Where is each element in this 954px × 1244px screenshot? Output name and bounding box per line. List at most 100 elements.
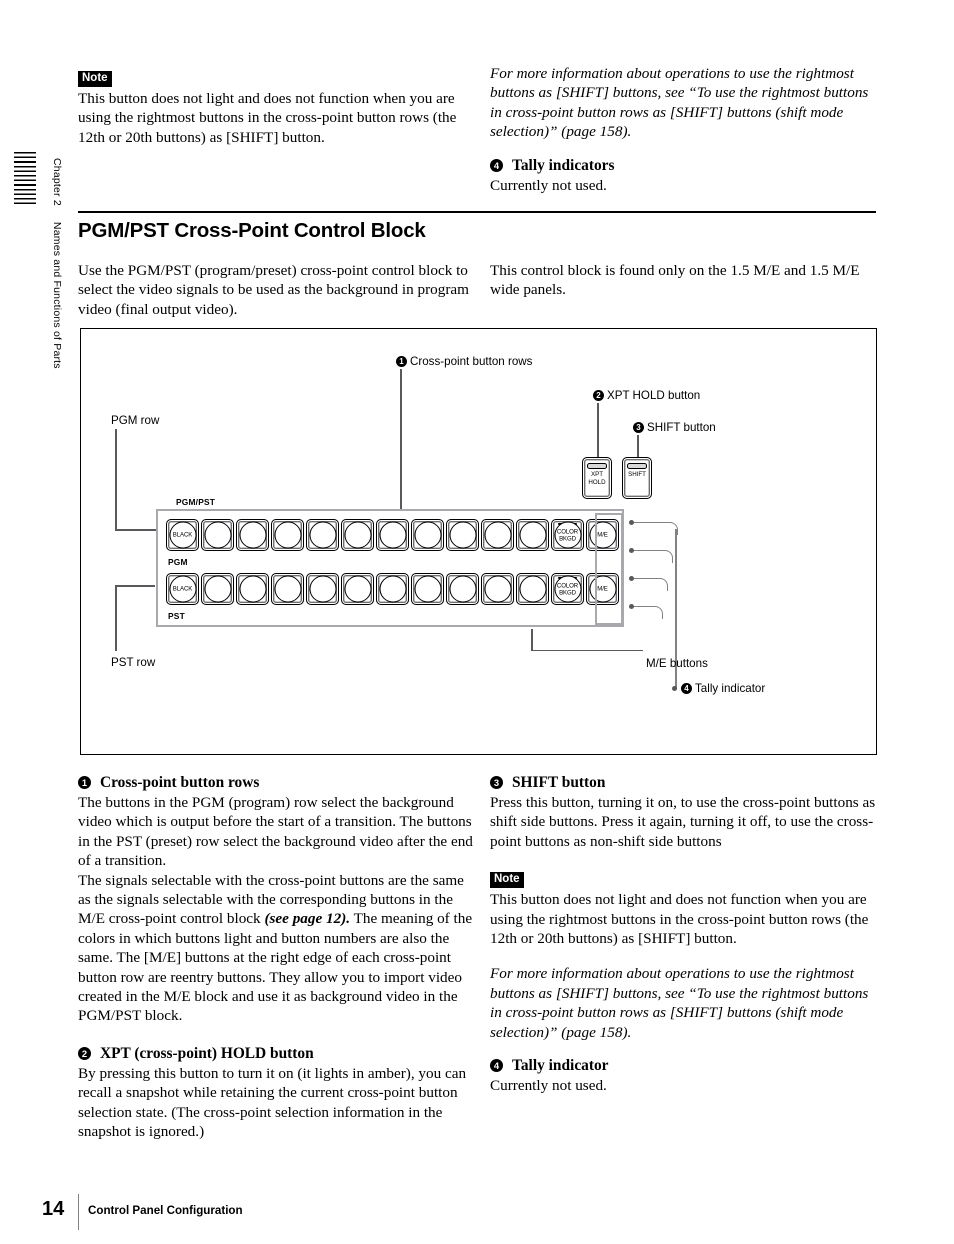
intro-right-text: This control block is found only on the … xyxy=(490,262,860,299)
callout-3-label: SHIFT button xyxy=(647,421,716,434)
shift-caption: SHIFT xyxy=(623,471,651,479)
pgm-button-blank[interactable] xyxy=(516,519,549,551)
pst-button-color-bkgd-label-1: COLOR xyxy=(556,582,579,589)
button-lens xyxy=(309,521,336,549)
button-lens: COLOR BKGD xyxy=(554,575,581,603)
pst-button-blank[interactable] xyxy=(236,573,269,605)
bullet-number-4-icon: 4 xyxy=(490,1059,503,1073)
leader-pst-row-v xyxy=(115,585,117,651)
item4-title: Tally indicator xyxy=(512,1057,609,1075)
pgm-row-label: PGM xyxy=(168,557,188,567)
leader-line-3 xyxy=(637,435,639,459)
tally-bus-end-dot xyxy=(672,686,677,691)
item4-body: Currently not used. xyxy=(490,1077,607,1095)
button-lens xyxy=(484,521,511,549)
side-tab-chapter: Chapter 2 xyxy=(51,158,63,206)
shift-lamp-icon xyxy=(627,462,647,469)
top-right-item4-title: Tally indicators xyxy=(512,156,615,174)
page-title: PGM/PST Cross-Point Control Block xyxy=(78,219,426,242)
pst-button-blank[interactable] xyxy=(341,573,374,605)
button-lens xyxy=(484,575,511,603)
pst-button-blank[interactable] xyxy=(516,573,549,605)
pgm-button-blank[interactable] xyxy=(411,519,444,551)
leader-pst-row-h xyxy=(115,585,155,587)
callout-number-3-icon: 3 xyxy=(633,422,644,433)
pgm-button-blank[interactable] xyxy=(271,519,304,551)
side-tab-title: Names and Functions of Parts xyxy=(51,221,63,369)
panel-module-label: PGM/PST xyxy=(176,497,216,507)
intro-right: This control block is found only on the … xyxy=(490,261,882,300)
button-lens xyxy=(239,521,266,549)
pgm-button-blank[interactable] xyxy=(236,519,269,551)
pgm-button-blank[interactable] xyxy=(481,519,514,551)
pst-button-row: BLACK COLOR BKGD M/E xyxy=(166,573,619,605)
callout-2-label: XPT HOLD button xyxy=(607,389,701,402)
pgm-button-blank[interactable] xyxy=(376,519,409,551)
pst-button-color-bkgd-label-2: BKGD xyxy=(559,589,576,596)
button-lens xyxy=(344,575,371,603)
bullet-number-2-icon: 2 xyxy=(78,1046,91,1060)
item1-heading: 1 Cross-point button rows xyxy=(78,773,473,793)
label-pst-row: PST row xyxy=(111,656,156,669)
pgm-button-blank[interactable] xyxy=(341,519,374,551)
panel-diagram: 1 Cross-point button rows 2 XPT HOLD butto… xyxy=(80,328,877,755)
leader-line-2 xyxy=(597,403,599,459)
pgm-button-blank[interactable] xyxy=(201,519,234,551)
bottom-right-note-text: This button does not light and does not … xyxy=(490,891,869,948)
item2-heading: 2 XPT (cross-point) HOLD button xyxy=(78,1044,473,1064)
section-rule xyxy=(78,211,876,214)
button-lens xyxy=(449,575,476,603)
pst-button-blank[interactable] xyxy=(481,573,514,605)
callout-number-1-icon: 1 xyxy=(396,356,407,367)
item2-body: By pressing this button to turn it on (i… xyxy=(78,1064,467,1141)
leader-line-1 xyxy=(400,369,402,510)
callout-tally-indicator: 4 Tally indicator xyxy=(681,682,765,695)
xpt-hold-line2: HOLD xyxy=(588,478,606,486)
top-right-item4-heading: 4 Tally indicators xyxy=(490,156,882,176)
document-page: Chapter 2 Names and Functions of Parts No… xyxy=(0,0,954,1244)
bottom-left-block: 1 Cross-point button rows The buttons in… xyxy=(78,773,473,1142)
item2-title: XPT (cross-point) HOLD button xyxy=(100,1044,314,1062)
bullet-number-1-icon: 1 xyxy=(78,776,91,789)
me-column-frame xyxy=(595,513,623,625)
top-right-block: For more information about operations to… xyxy=(490,64,882,195)
pst-button-blank[interactable] xyxy=(446,573,479,605)
pst-button-black[interactable]: BLACK xyxy=(166,573,199,605)
pgm-button-black-label-1: BLACK xyxy=(172,531,193,539)
pst-button-blank[interactable] xyxy=(376,573,409,605)
pst-button-blank[interactable] xyxy=(411,573,444,605)
pst-button-blank[interactable] xyxy=(271,573,304,605)
tally-link xyxy=(634,605,654,608)
tally-link xyxy=(634,521,669,524)
note-badge: Note xyxy=(490,872,524,889)
top-left-note-text: This button does not light and does not … xyxy=(78,90,457,146)
pst-button-blank[interactable] xyxy=(306,573,339,605)
top-right-item4-body: Currently not used. xyxy=(490,176,607,194)
callout-number-2-icon: 2 xyxy=(593,390,604,401)
pgm-button-blank[interactable] xyxy=(306,519,339,551)
xpt-hold-button[interactable]: XPT HOLD xyxy=(582,457,612,499)
pst-button-blank[interactable] xyxy=(201,573,234,605)
item1-title: Cross-point button rows xyxy=(100,774,260,791)
pgm-button-color-bkgd[interactable]: COLOR BKGD xyxy=(551,519,584,551)
item1-paragraph-2: The signals selectable with the cross-po… xyxy=(78,871,473,1026)
pst-button-black-label-1: BLACK xyxy=(172,585,193,593)
shift-button[interactable]: SHIFT xyxy=(622,457,652,499)
tally-corner xyxy=(657,577,668,591)
label-me-buttons: M/E buttons xyxy=(646,657,708,670)
button-lens xyxy=(274,575,301,603)
bullet-number-3-icon: 3 xyxy=(490,776,503,789)
bottom-right-italic-ref: For more information about operations to… xyxy=(490,965,869,1041)
pgm-button-black[interactable]: BLACK xyxy=(166,519,199,551)
leader-me-buttons-v xyxy=(531,629,533,651)
callout-1-label: Cross-point button rows xyxy=(410,355,533,368)
callout-shift-button: 3 SHIFT button xyxy=(633,421,716,434)
item3-body: Press this button, turning it on, to use… xyxy=(490,794,876,850)
button-lens xyxy=(344,521,371,549)
intro-left-text: Use the PGM/PST (program/preset) cross-p… xyxy=(78,262,469,318)
callout-number-4-icon: 4 xyxy=(681,683,692,694)
leader-pgm-row-v xyxy=(115,429,117,530)
pst-button-color-bkgd[interactable]: COLOR BKGD xyxy=(551,573,584,605)
callout-cross-point-button-rows: 1 Cross-point button rows xyxy=(396,355,532,368)
pgm-button-blank[interactable] xyxy=(446,519,479,551)
